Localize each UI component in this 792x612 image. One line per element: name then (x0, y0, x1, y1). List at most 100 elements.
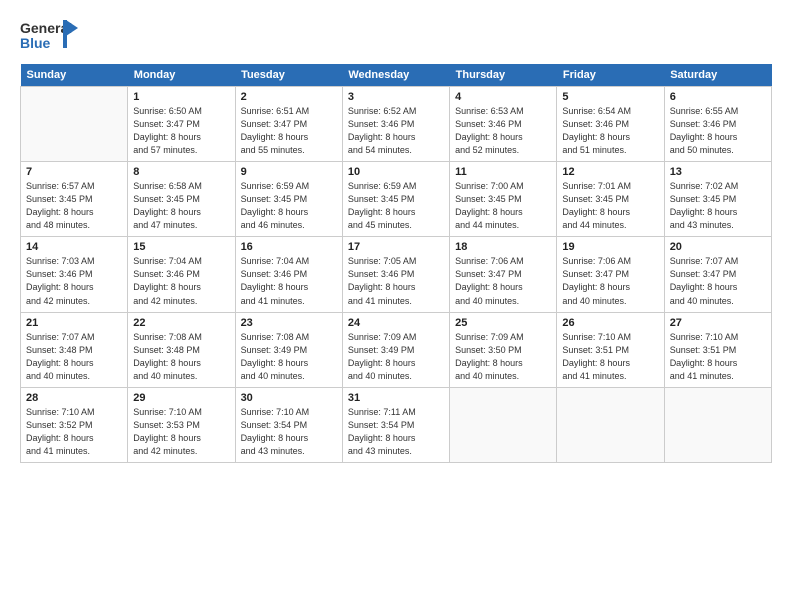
day-number: 13 (670, 166, 766, 178)
logo-svg: GeneralBlue (20, 18, 80, 54)
day-header-friday: Friday (557, 64, 664, 87)
calendar-cell: 29 Sunrise: 7:10 AM Sunset: 3:53 PM Dayli… (128, 387, 235, 462)
day-number: 30 (241, 392, 337, 404)
day-number: 27 (670, 317, 766, 329)
header: GeneralBlue (20, 18, 772, 54)
day-number: 14 (26, 241, 122, 253)
day-number: 28 (26, 392, 122, 404)
day-number: 4 (455, 91, 551, 103)
cell-info: Sunrise: 7:04 AM Sunset: 3:46 PM Dayligh… (241, 255, 337, 307)
day-number: 7 (26, 166, 122, 178)
cell-info: Sunrise: 7:10 AM Sunset: 3:52 PM Dayligh… (26, 406, 122, 458)
day-number: 26 (562, 317, 658, 329)
calendar-table: SundayMondayTuesdayWednesdayThursdayFrid… (20, 64, 772, 463)
day-number: 6 (670, 91, 766, 103)
day-number: 24 (348, 317, 444, 329)
logo: GeneralBlue (20, 18, 80, 54)
cell-info: Sunrise: 6:55 AM Sunset: 3:46 PM Dayligh… (670, 105, 766, 157)
cell-info: Sunrise: 6:57 AM Sunset: 3:45 PM Dayligh… (26, 180, 122, 232)
calendar-cell: 5Sunrise: 6:54 AM Sunset: 3:46 PM Daylig… (557, 87, 664, 162)
cell-info: Sunrise: 6:51 AM Sunset: 3:47 PM Dayligh… (241, 105, 337, 157)
calendar-cell: 15Sunrise: 7:04 AM Sunset: 3:46 PM Dayli… (128, 237, 235, 312)
calendar-cell: 25 Sunrise: 7:09 AM Sunset: 3:50 PM Dayli… (450, 312, 557, 387)
cell-info: Sunrise: 6:59 AM Sunset: 3:45 PM Dayligh… (241, 180, 337, 232)
cell-info: Sunrise: 7:09 AM Sunset: 3:50 PM Dayligh… (455, 331, 551, 383)
calendar-cell: 12 Sunrise: 7:01 AM Sunset: 3:45 PM Dayli… (557, 162, 664, 237)
cell-info: Sunrise: 6:58 AM Sunset: 3:45 PM Dayligh… (133, 180, 229, 232)
day-number: 11 (455, 166, 551, 178)
day-header-sunday: Sunday (21, 64, 128, 87)
day-number: 21 (26, 317, 122, 329)
calendar-cell: 19 Sunrise: 7:06 AM Sunset: 3:47 PM Dayli… (557, 237, 664, 312)
day-header-wednesday: Wednesday (342, 64, 449, 87)
page: GeneralBlue SundayMondayTuesdayWednesday… (0, 0, 792, 612)
calendar-cell: 8 Sunrise: 6:58 AM Sunset: 3:45 PM Daylig… (128, 162, 235, 237)
calendar-cell: 31 Sunrise: 7:11 AM Sunset: 3:54 PM Dayli… (342, 387, 449, 462)
day-header-tuesday: Tuesday (235, 64, 342, 87)
day-number: 25 (455, 317, 551, 329)
calendar-cell (21, 87, 128, 162)
day-header-thursday: Thursday (450, 64, 557, 87)
cell-info: Sunrise: 7:06 AM Sunset: 3:47 PM Dayligh… (562, 255, 658, 307)
cell-info: Sunrise: 7:11 AM Sunset: 3:54 PM Dayligh… (348, 406, 444, 458)
day-header-saturday: Saturday (664, 64, 771, 87)
calendar-cell: 11 Sunrise: 7:00 AM Sunset: 3:45 PM Dayli… (450, 162, 557, 237)
day-number: 20 (670, 241, 766, 253)
day-number: 9 (241, 166, 337, 178)
day-number: 1 (133, 91, 229, 103)
day-number: 12 (562, 166, 658, 178)
day-number: 5 (562, 91, 658, 103)
calendar-cell: 30Sunrise: 7:10 AM Sunset: 3:54 PM Dayli… (235, 387, 342, 462)
calendar-cell: 27 Sunrise: 7:10 AM Sunset: 3:51 PM Dayli… (664, 312, 771, 387)
cell-info: Sunrise: 7:00 AM Sunset: 3:45 PM Dayligh… (455, 180, 551, 232)
cell-info: Sunrise: 7:07 AM Sunset: 3:47 PM Dayligh… (670, 255, 766, 307)
calendar-cell: 21Sunrise: 7:07 AM Sunset: 3:48 PM Dayli… (21, 312, 128, 387)
day-number: 19 (562, 241, 658, 253)
cell-info: Sunrise: 7:02 AM Sunset: 3:45 PM Dayligh… (670, 180, 766, 232)
cell-info: Sunrise: 6:53 AM Sunset: 3:46 PM Dayligh… (455, 105, 551, 157)
calendar-cell: 16Sunrise: 7:04 AM Sunset: 3:46 PM Dayli… (235, 237, 342, 312)
calendar-cell: 10Sunrise: 6:59 AM Sunset: 3:45 PM Dayli… (342, 162, 449, 237)
day-number: 3 (348, 91, 444, 103)
day-number: 23 (241, 317, 337, 329)
calendar-cell: 23 Sunrise: 7:08 AM Sunset: 3:49 PM Dayli… (235, 312, 342, 387)
calendar-cell: 20 Sunrise: 7:07 AM Sunset: 3:47 PM Dayli… (664, 237, 771, 312)
cell-info: Sunrise: 7:03 AM Sunset: 3:46 PM Dayligh… (26, 255, 122, 307)
cell-info: Sunrise: 7:08 AM Sunset: 3:48 PM Dayligh… (133, 331, 229, 383)
cell-info: Sunrise: 7:08 AM Sunset: 3:49 PM Dayligh… (241, 331, 337, 383)
calendar-cell: 24 Sunrise: 7:09 AM Sunset: 3:49 PM Dayli… (342, 312, 449, 387)
calendar-cell: 28 Sunrise: 7:10 AM Sunset: 3:52 PM Dayli… (21, 387, 128, 462)
cell-info: Sunrise: 7:09 AM Sunset: 3:49 PM Dayligh… (348, 331, 444, 383)
cell-info: Sunrise: 7:10 AM Sunset: 3:53 PM Dayligh… (133, 406, 229, 458)
calendar-cell: 26 Sunrise: 7:10 AM Sunset: 3:51 PM Dayli… (557, 312, 664, 387)
day-number: 10 (348, 166, 444, 178)
cell-info: Sunrise: 6:50 AM Sunset: 3:47 PM Dayligh… (133, 105, 229, 157)
day-number: 29 (133, 392, 229, 404)
week-row-1: 1 Sunrise: 6:50 AM Sunset: 3:47 PM Daylig… (21, 87, 772, 162)
header-row: SundayMondayTuesdayWednesdayThursdayFrid… (21, 64, 772, 87)
calendar-cell: 3Sunrise: 6:52 AM Sunset: 3:46 PM Daylig… (342, 87, 449, 162)
calendar-cell: 13 Sunrise: 7:02 AM Sunset: 3:45 PM Dayli… (664, 162, 771, 237)
day-number: 17 (348, 241, 444, 253)
week-row-3: 14 Sunrise: 7:03 AM Sunset: 3:46 PM Dayli… (21, 237, 772, 312)
day-number: 8 (133, 166, 229, 178)
cell-info: Sunrise: 7:10 AM Sunset: 3:51 PM Dayligh… (562, 331, 658, 383)
calendar-cell: 14 Sunrise: 7:03 AM Sunset: 3:46 PM Dayli… (21, 237, 128, 312)
day-header-monday: Monday (128, 64, 235, 87)
calendar-cell: 22Sunrise: 7:08 AM Sunset: 3:48 PM Dayli… (128, 312, 235, 387)
calendar-cell: 4 Sunrise: 6:53 AM Sunset: 3:46 PM Daylig… (450, 87, 557, 162)
week-row-5: 28 Sunrise: 7:10 AM Sunset: 3:52 PM Dayli… (21, 387, 772, 462)
cell-info: Sunrise: 7:10 AM Sunset: 3:51 PM Dayligh… (670, 331, 766, 383)
cell-info: Sunrise: 7:06 AM Sunset: 3:47 PM Dayligh… (455, 255, 551, 307)
week-row-2: 7 Sunrise: 6:57 AM Sunset: 3:45 PM Daylig… (21, 162, 772, 237)
day-number: 31 (348, 392, 444, 404)
day-number: 2 (241, 91, 337, 103)
calendar-cell: 2 Sunrise: 6:51 AM Sunset: 3:47 PM Daylig… (235, 87, 342, 162)
calendar-cell: 7 Sunrise: 6:57 AM Sunset: 3:45 PM Daylig… (21, 162, 128, 237)
svg-text:Blue: Blue (20, 35, 51, 51)
cell-info: Sunrise: 7:05 AM Sunset: 3:46 PM Dayligh… (348, 255, 444, 307)
day-number: 15 (133, 241, 229, 253)
calendar-cell (557, 387, 664, 462)
calendar-cell: 9 Sunrise: 6:59 AM Sunset: 3:45 PM Daylig… (235, 162, 342, 237)
cell-info: Sunrise: 7:01 AM Sunset: 3:45 PM Dayligh… (562, 180, 658, 232)
